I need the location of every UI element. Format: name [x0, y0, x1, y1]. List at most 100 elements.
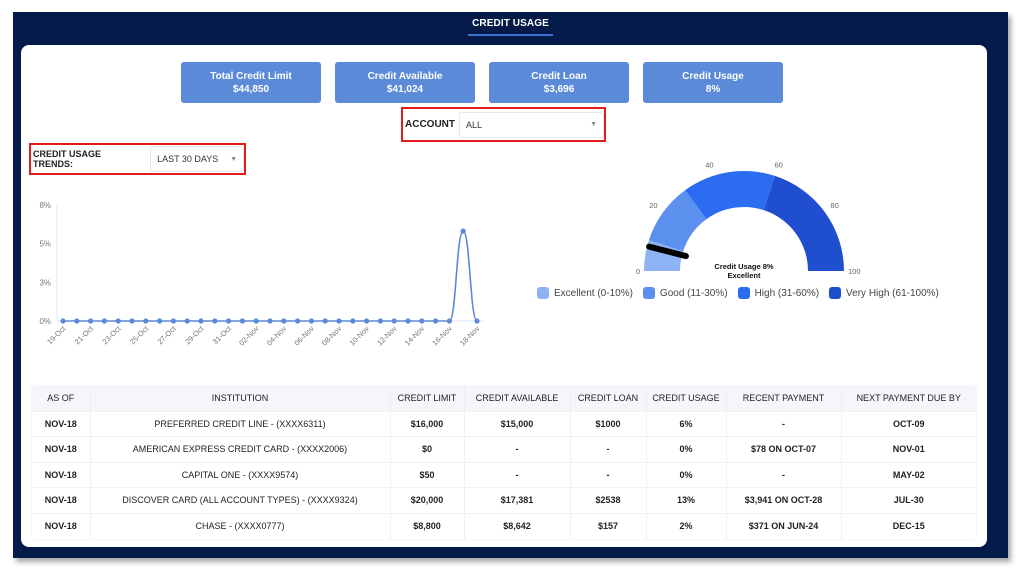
data-point[interactable] [433, 318, 439, 324]
table-cell: $17,381 [464, 487, 571, 513]
data-point[interactable] [253, 318, 259, 324]
legend-item[interactable]: Good (11-30%) [642, 287, 728, 299]
x-tick-label: 31-Oct [211, 323, 234, 346]
table-row[interactable]: NOV-18 DISCOVER CARD (ALL ACCOUNT TYPES) … [32, 487, 976, 513]
gauge-subtitle: Excellent [728, 271, 761, 280]
table-cell: OCT-09 [841, 410, 976, 437]
data-point[interactable] [74, 318, 80, 324]
data-point[interactable] [419, 318, 425, 324]
trend-filter: CREDIT USAGE TRENDS: LAST 30 DAYS ▼ [29, 143, 246, 175]
kpi-row: Total Credit Limit $44,850 Credit Availa… [181, 62, 783, 103]
data-point[interactable] [226, 318, 232, 324]
data-point[interactable] [281, 318, 287, 324]
table-cell: JUL-30 [841, 487, 976, 513]
data-point[interactable] [474, 318, 480, 324]
table-cell: 13% [646, 487, 727, 513]
table-cell: 6% [646, 410, 727, 437]
gauge-tick-label: 60 [774, 160, 782, 169]
table-cell: - [464, 436, 571, 462]
table-cell: $2538 [570, 487, 647, 513]
data-point[interactable] [391, 318, 397, 324]
data-point[interactable] [129, 318, 135, 324]
x-tick-label: 04-Nov [265, 324, 289, 348]
data-point[interactable] [377, 318, 383, 324]
legend-label: High (31-60%) [754, 287, 820, 299]
account-select[interactable]: ALL ▼ [459, 111, 604, 138]
table-cell: MAY-02 [841, 461, 976, 488]
table-row[interactable]: NOV-18 PREFERRED CREDIT LINE - (XXXX6311)… [32, 410, 976, 437]
table-cell: $8,800 [390, 512, 465, 539]
table-cell: 0% [646, 436, 727, 462]
data-point[interactable] [157, 318, 163, 324]
credit-usage-gauge: 0 20 40 60 80 100 Credit Usage 8%Excellent [636, 160, 861, 280]
data-point[interactable] [336, 318, 342, 324]
data-point[interactable] [446, 318, 452, 324]
legend-swatch [737, 287, 750, 299]
data-point[interactable] [295, 318, 301, 324]
table-cell: $1000 [570, 410, 647, 437]
y-tick-label: 3% [39, 278, 51, 287]
data-point[interactable] [350, 318, 356, 324]
table-cell: $50 [390, 461, 465, 488]
column-header: RECENT PAYMENT [726, 386, 842, 411]
legend-label: Very High (61-100%) [846, 287, 939, 299]
gauge-legend: Excellent (0-10%) Good (11-30%) High (31-6… [537, 287, 939, 299]
data-point[interactable] [364, 318, 370, 324]
table-cell: - [464, 461, 571, 488]
x-tick-label: 23-Oct [100, 323, 123, 346]
x-tick-label: 14-Nov [403, 324, 427, 348]
data-point[interactable] [115, 318, 121, 324]
table-cell: $20,000 [390, 487, 465, 513]
trend-period-select[interactable]: LAST 30 DAYS ▼ [150, 146, 244, 172]
table-cell: $15,000 [464, 410, 571, 437]
legend-item[interactable]: Very High (61-100%) [829, 287, 939, 299]
tab-credit-usage-label[interactable]: CREDIT USAGE [468, 18, 553, 36]
data-point[interactable] [239, 318, 245, 324]
table-cell: $16,000 [390, 410, 465, 437]
table-header-row: AS OF INSTITUTION CREDIT LIMIT CREDIT AVAIL… [32, 386, 976, 411]
data-point[interactable] [170, 318, 176, 324]
gauge-tick-label: 20 [649, 201, 657, 210]
gauge-title: Credit Usage 8% [714, 262, 774, 271]
y-tick-label: 8% [39, 201, 51, 210]
data-point[interactable] [198, 318, 204, 324]
table-cell: CHASE - (XXXX0777) [90, 512, 391, 539]
table-cell: - [726, 410, 842, 437]
table-cell: $78 ON OCT-07 [726, 436, 842, 462]
tab-credit-usage[interactable]: CREDIT USAGE [13, 18, 1008, 36]
data-point[interactable] [60, 318, 66, 324]
table-row[interactable]: NOV-18 CHASE - (XXXX0777) $8,800 $8,642 $157… [32, 512, 976, 539]
data-point[interactable] [101, 318, 107, 324]
kpi-value: 8% [705, 83, 721, 95]
data-point[interactable] [212, 318, 218, 324]
table-cell: $157 [570, 512, 647, 539]
kpi-label: Credit Usage [682, 70, 744, 82]
data-point[interactable] [267, 318, 273, 324]
data-point[interactable] [405, 318, 411, 324]
table-row[interactable]: NOV-18 CAPITAL ONE - (XXXX9574) $50- -0% - MA… [32, 461, 976, 488]
data-point[interactable] [88, 318, 94, 324]
x-tick-label: 27-Oct [156, 323, 179, 346]
kpi-value: $44,850 [232, 83, 270, 95]
gauge-tick-label: 80 [830, 201, 838, 210]
data-point[interactable] [184, 318, 190, 324]
kpi-label: Credit Available [367, 70, 443, 82]
table-cell: $8,642 [464, 512, 571, 539]
x-tick-label: 29-Oct [183, 323, 206, 346]
data-point[interactable] [460, 228, 466, 234]
credit-usage-trend-chart: 0% 3% 5% 8% 19-Oct 21-Oct 23-Oct 25-Oct 27-Oct 29… [39, 201, 483, 348]
x-tick-label: 18-Nov [458, 324, 482, 348]
data-point[interactable] [322, 318, 328, 324]
column-header: AS OF [32, 386, 91, 411]
legend-label: Good (11-30%) [659, 287, 728, 299]
gauge-tick-label: 40 [705, 160, 713, 169]
data-point[interactable] [308, 318, 314, 324]
legend-item[interactable]: High (31-60%) [737, 287, 820, 299]
data-point[interactable] [143, 318, 149, 324]
table-cell: PREFERRED CREDIT LINE - (XXXX6311) [90, 410, 391, 437]
table-row[interactable]: NOV-18 AMERICAN EXPRESS CREDIT CARD - (XX… [32, 436, 976, 462]
legend-item[interactable]: Excellent (0-10%) [537, 287, 633, 299]
chevron-down-icon: ▼ [590, 121, 597, 128]
kpi-label: Total Credit Limit [210, 70, 292, 82]
table-cell: NOV-18 [32, 461, 91, 488]
